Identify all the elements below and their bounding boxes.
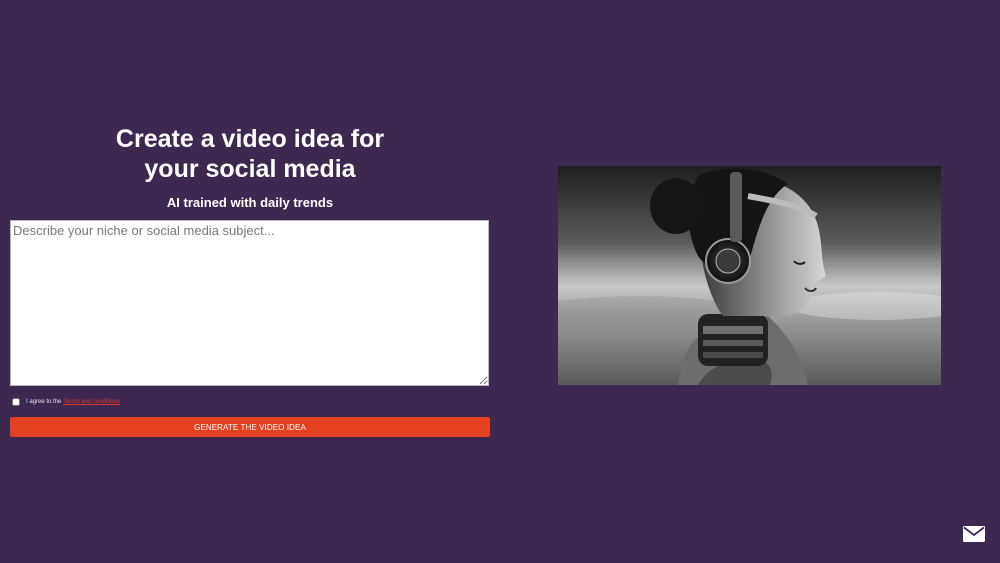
terms-link[interactable]: Terms and conditions: [63, 399, 120, 405]
hero-image: [558, 166, 941, 385]
niche-description-input[interactable]: [10, 220, 489, 386]
page-title: Create a video idea for your social medi…: [60, 124, 440, 184]
page-title-line-2: your social media: [144, 155, 356, 183]
headphones-portrait-image: [558, 166, 941, 385]
page: Create a video idea for your social medi…: [0, 0, 1000, 563]
terms-agreement: I agree to the Terms and conditions: [11, 396, 120, 408]
terms-checkbox[interactable]: [12, 398, 20, 406]
generate-video-idea-button[interactable]: GENERATE THE VIDEO IDEA: [10, 417, 490, 437]
page-title-line-1: Create a video idea for: [115, 125, 385, 153]
envelope-icon[interactable]: [963, 526, 985, 542]
terms-label: I agree to the: [26, 399, 62, 405]
page-subtitle: AI trained with daily trends: [166, 195, 334, 210]
